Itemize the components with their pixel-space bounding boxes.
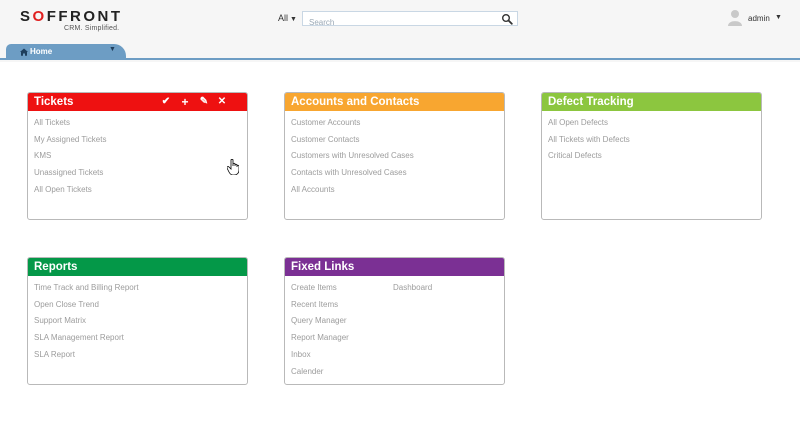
dashboard-content: Tickets ✔ + ✎ ✕ All Tickets My Assigned … xyxy=(0,62,800,425)
link-all-accounts[interactable]: All Accounts xyxy=(291,182,498,199)
app-header: SOFFRONT CRM. Simplified. All▼ admin ▼ xyxy=(0,0,800,44)
link-kms[interactable]: KMS xyxy=(34,148,241,165)
defects-card-header: Defect Tracking xyxy=(542,93,761,111)
tab-home-label: Home xyxy=(30,47,53,56)
home-icon xyxy=(20,48,28,56)
link-calender[interactable]: Calender xyxy=(291,364,498,381)
link-inbox[interactable]: Inbox xyxy=(291,347,498,364)
link-open-close-trend[interactable]: Open Close Trend xyxy=(34,297,241,314)
soffront-logo[interactable]: SOFFRONT CRM. Simplified. xyxy=(20,8,123,33)
logo-tagline: CRM. Simplified. xyxy=(64,25,120,32)
hand-cursor-icon xyxy=(227,159,239,175)
accounts-card-title: Accounts and Contacts xyxy=(291,96,420,108)
pencil-icon[interactable]: ✎ xyxy=(197,93,211,111)
link-customers-unresolved[interactable]: Customers with Unresolved Cases xyxy=(291,148,498,165)
avatar-icon xyxy=(728,10,742,26)
tab-home[interactable]: Home ▼ xyxy=(6,44,126,60)
link-customer-accounts[interactable]: Customer Accounts xyxy=(291,115,498,132)
accounts-card-links: Customer Accounts Customer Contacts Cust… xyxy=(285,111,504,203)
link-all-open-tickets[interactable]: All Open Tickets xyxy=(34,182,241,199)
plus-icon[interactable]: + xyxy=(178,93,192,111)
link-dashboard[interactable]: Dashboard xyxy=(393,280,432,297)
link-report-manager[interactable]: Report Manager xyxy=(291,330,498,347)
link-time-track-billing[interactable]: Time Track and Billing Report xyxy=(34,280,241,297)
defects-card-title: Defect Tracking xyxy=(548,96,634,108)
tickets-card-actions: ✔ + ✎ ✕ xyxy=(159,93,239,111)
defects-card-links: All Open Defects All Tickets with Defect… xyxy=(542,111,761,169)
link-customer-contacts[interactable]: Customer Contacts xyxy=(291,132,498,149)
link-recent-items[interactable]: Recent Items xyxy=(291,297,498,314)
chevron-down-icon: ▼ xyxy=(290,16,297,23)
tickets-card-header: Tickets ✔ + ✎ ✕ xyxy=(28,93,247,111)
reports-card-header: Reports xyxy=(28,258,247,276)
accounts-card: Accounts and Contacts Customer Accounts … xyxy=(284,92,505,220)
tickets-card-links: All Tickets My Assigned Tickets KMS Unas… xyxy=(28,111,247,203)
close-icon[interactable]: ✕ xyxy=(215,93,229,111)
reports-card: Reports Time Track and Billing Report Op… xyxy=(27,257,248,385)
chevron-down-icon[interactable]: ▼ xyxy=(109,46,116,53)
link-unassigned-tickets[interactable]: Unassigned Tickets xyxy=(34,165,241,182)
accounts-card-header: Accounts and Contacts xyxy=(285,93,504,111)
link-all-tickets[interactable]: All Tickets xyxy=(34,115,241,132)
link-my-assigned-tickets[interactable]: My Assigned Tickets xyxy=(34,132,241,149)
link-sla-management-report[interactable]: SLA Management Report xyxy=(34,330,241,347)
search-scope-label: All xyxy=(278,13,289,23)
search-icon[interactable] xyxy=(501,13,513,25)
link-query-manager[interactable]: Query Manager xyxy=(291,313,498,330)
defects-card: Defect Tracking All Open Defects All Tic… xyxy=(541,92,762,220)
tickets-card: Tickets ✔ + ✎ ✕ All Tickets My Assigned … xyxy=(27,92,248,220)
link-tickets-with-defects[interactable]: All Tickets with Defects xyxy=(548,132,755,149)
search-scope-dropdown[interactable]: All ▼ xyxy=(278,13,297,23)
fixed-links-col2: Dashboard xyxy=(393,280,432,297)
link-support-matrix[interactable]: Support Matrix xyxy=(34,313,241,330)
link-sla-report[interactable]: SLA Report xyxy=(34,347,241,364)
reports-card-links: Time Track and Billing Report Open Close… xyxy=(28,276,247,368)
fixed-links-card-header: Fixed Links xyxy=(285,258,504,276)
tab-strip: Home ▼ xyxy=(0,44,800,60)
search-input[interactable] xyxy=(303,16,493,29)
link-all-open-defects[interactable]: All Open Defects xyxy=(548,115,755,132)
check-icon[interactable]: ✔ xyxy=(159,93,173,111)
chevron-down-icon: ▼ xyxy=(775,14,782,21)
link-contacts-unresolved[interactable]: Contacts with Unresolved Cases xyxy=(291,165,498,182)
fixed-links-card-title: Fixed Links xyxy=(291,261,355,273)
fixed-links-card: Fixed Links Create Items Recent Items Qu… xyxy=(284,257,505,385)
link-critical-defects[interactable]: Critical Defects xyxy=(548,148,755,165)
reports-card-title: Reports xyxy=(34,261,78,273)
tickets-card-title: Tickets xyxy=(34,96,74,108)
user-name: admin xyxy=(748,14,770,23)
logo-wordmark: SOFFRONT xyxy=(20,8,123,25)
search-box[interactable] xyxy=(302,11,518,29)
